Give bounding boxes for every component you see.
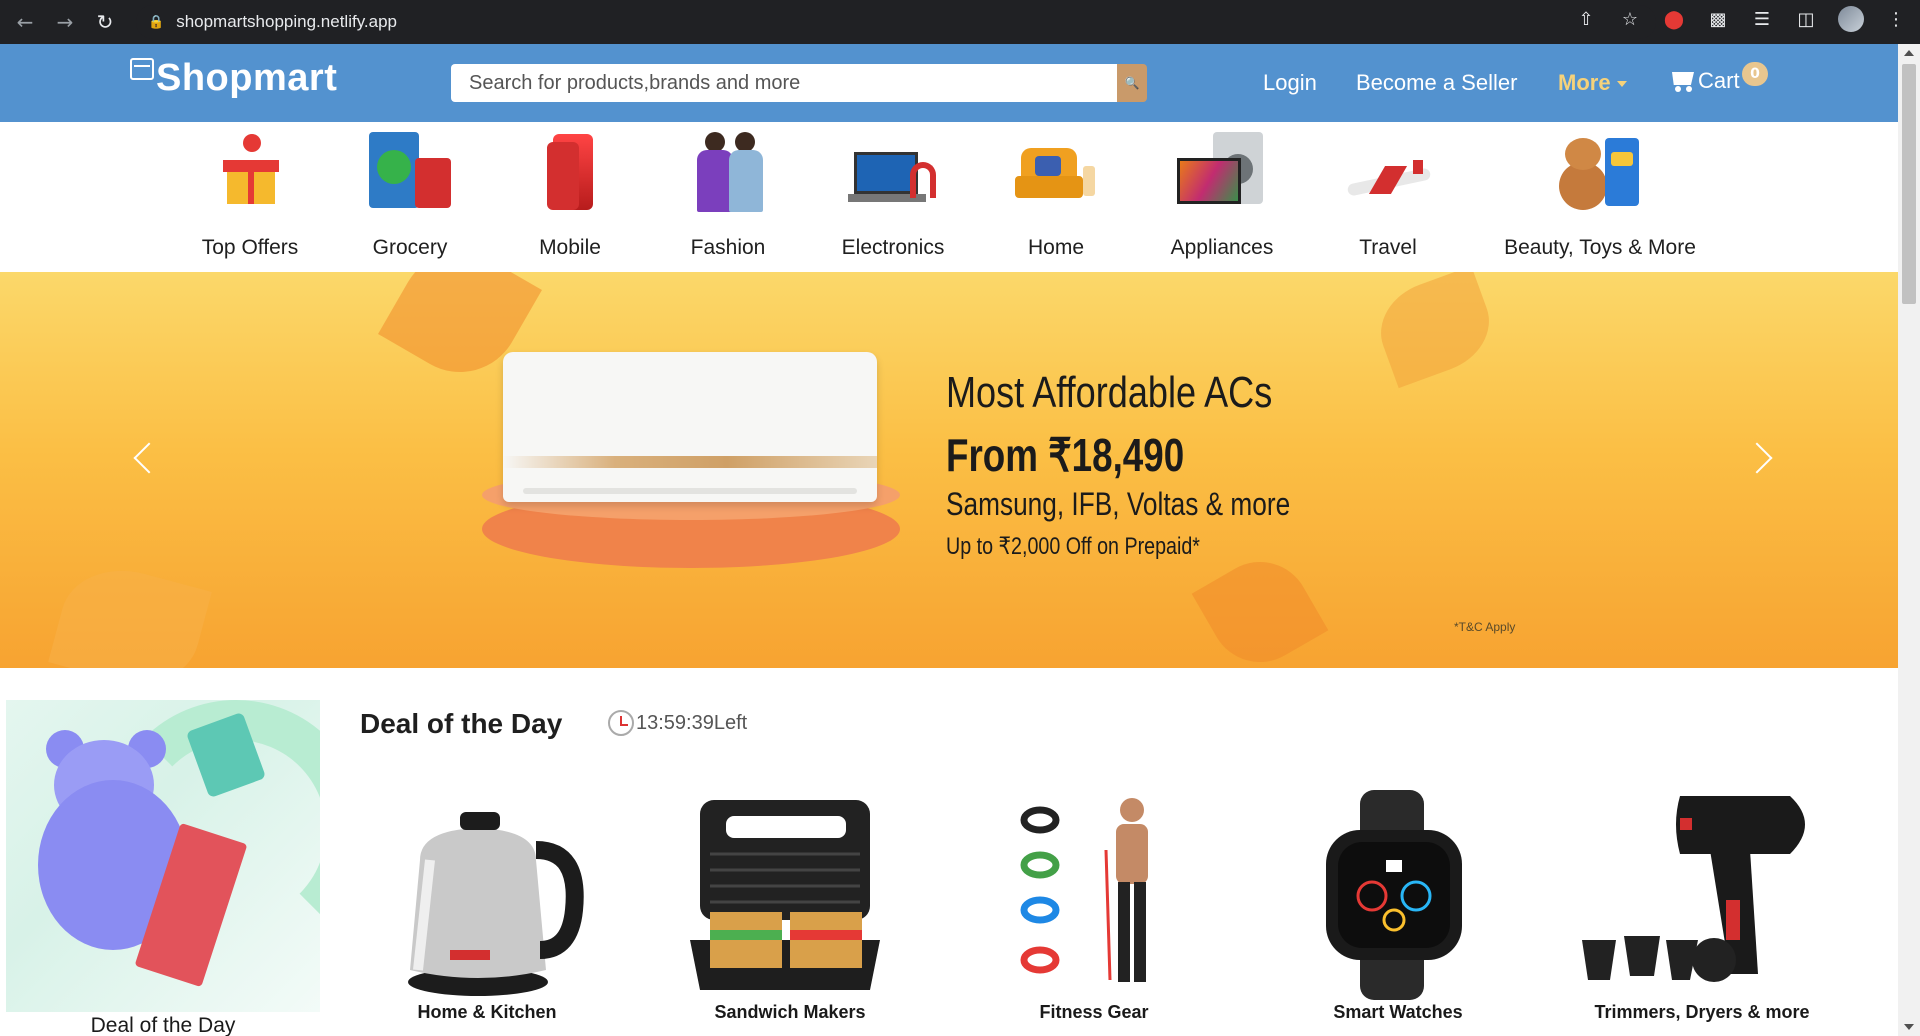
login-link[interactable]: Login: [1263, 70, 1317, 96]
product-sandwich-maker[interactable]: [690, 790, 930, 1030]
category-label: Beauty, Toys & More: [1504, 236, 1696, 259]
category-beauty-toys[interactable]: Beauty, Toys & More: [1490, 122, 1710, 272]
bookmark-star-icon[interactable]: ☆: [1618, 7, 1642, 31]
chevron-down-icon: [1616, 81, 1627, 88]
product-label: Fitness Gear: [1039, 1002, 1149, 1022]
category-label: Electronics: [841, 236, 945, 259]
hero-banner[interactable]: Most Affordable ACs From ₹18,490 Samsung…: [0, 272, 1898, 668]
category-top-offers[interactable]: Top Offers: [190, 122, 310, 272]
side-panel-icon[interactable]: ◫: [1794, 7, 1818, 31]
mobile-phone-icon: [525, 132, 615, 212]
scroll-thumb[interactable]: [1902, 64, 1916, 304]
become-seller-link[interactable]: Become a Seller: [1356, 70, 1517, 96]
decor-leaf: [1367, 272, 1503, 389]
share-icon[interactable]: ⇧: [1574, 7, 1598, 31]
product-label: Trimmers, Dryers & more: [1594, 1002, 1810, 1022]
more-label: More: [1558, 70, 1611, 95]
category-label: Travel: [1359, 236, 1417, 259]
search-bar: 🔍: [451, 64, 1147, 102]
kettle-image: [408, 812, 584, 996]
timer-text: 13:59:39Left: [636, 711, 748, 734]
deal-section-title: Deal of the Day: [360, 708, 563, 739]
product-smart-watch[interactable]: [1310, 790, 1550, 1030]
hair-dryer-image: [1582, 796, 1805, 982]
browser-actions: ⇧ ☆ ⬤ ▩ ☰ ◫ ⋮: [1574, 6, 1908, 32]
stopwatch-icon: [608, 710, 634, 736]
media-queue-icon[interactable]: ☰: [1750, 7, 1774, 31]
category-grocery[interactable]: Grocery: [350, 122, 470, 272]
logo-text: Shopmart: [156, 57, 338, 99]
deal-card-label: Deal of the Day: [90, 1014, 236, 1036]
back-icon[interactable]: ←: [10, 7, 40, 37]
air-conditioner-image: [503, 352, 877, 502]
gift-icon: [205, 132, 295, 212]
category-mobile[interactable]: Mobile: [510, 122, 630, 272]
search-input[interactable]: [451, 64, 1117, 102]
product-hair-dryer[interactable]: [1580, 790, 1820, 1030]
page-scrollbar[interactable]: [1898, 44, 1920, 1036]
deal-timer: 13:59:39Left: [608, 710, 747, 736]
site-header: Shopmart 🔍 Login Become a Seller More Ca…: [0, 44, 1898, 122]
forward-icon[interactable]: →: [50, 7, 80, 37]
category-home[interactable]: Home: [996, 122, 1116, 272]
decor-leaf: [48, 555, 212, 668]
airplane-icon: [1343, 132, 1433, 212]
teddy-bear-icon: [1555, 132, 1645, 212]
product-fitness-gear[interactable]: [1010, 790, 1250, 1030]
armchair-icon: [1011, 132, 1101, 212]
menu-kebab-icon[interactable]: ⋮: [1884, 7, 1908, 31]
page: ← → ↻ 🔒 shopmartshopping.netlify.app ⇧ ☆…: [0, 0, 1920, 1036]
category-fashion[interactable]: Fashion: [668, 122, 788, 272]
category-label: Appliances: [1170, 236, 1274, 259]
fitness-bands-image: [1020, 798, 1148, 982]
carousel-next-icon[interactable]: [1741, 442, 1773, 474]
cart-label: Cart: [1698, 68, 1740, 93]
profile-avatar[interactable]: [1838, 6, 1864, 32]
laptop-headphones-icon: [848, 132, 938, 212]
more-dropdown[interactable]: More: [1558, 70, 1627, 96]
scroll-up-arrow-icon[interactable]: [1904, 50, 1914, 56]
banner-price: From ₹18,490: [946, 429, 1185, 481]
category-label: Fashion: [690, 236, 766, 259]
banner-terms: *T&C Apply: [1454, 620, 1516, 634]
banner-offer: Up to ₹2,000 Off on Prepaid*: [946, 533, 1200, 560]
product-label: Home & Kitchen: [417, 1002, 557, 1022]
category-travel[interactable]: Travel: [1328, 122, 1448, 272]
cart-icon: [1668, 70, 1694, 92]
category-label: Top Offers: [201, 236, 299, 259]
smart-watch-image: [1326, 790, 1462, 1000]
store-icon: [130, 58, 154, 80]
deal-of-the-day-card[interactable]: [6, 700, 320, 1012]
cart-button[interactable]: Cart 0: [1668, 62, 1768, 94]
fashion-models-icon: [683, 132, 773, 212]
cart-count-badge: 0: [1742, 62, 1768, 86]
category-nav: Top Offers Grocery Mobile Fashion Electr…: [0, 122, 1898, 272]
lock-icon: 🔒: [148, 14, 165, 30]
product-label: Sandwich Makers: [714, 1002, 866, 1022]
logo[interactable]: Shopmart: [130, 54, 337, 102]
carousel-prev-icon[interactable]: [133, 442, 165, 474]
grocery-icon: [365, 132, 455, 212]
product-label: Smart Watches: [1333, 1002, 1463, 1022]
product-kettle[interactable]: [390, 790, 630, 1030]
extensions-puzzle-icon[interactable]: ▩: [1706, 7, 1730, 31]
sandwich-maker-image: [690, 800, 880, 990]
url-text: shopmartshopping.netlify.app: [176, 12, 398, 31]
category-label: Home: [1027, 236, 1085, 259]
extension-adblock-icon[interactable]: ⬤: [1662, 7, 1686, 31]
scroll-down-arrow-icon[interactable]: [1904, 1024, 1914, 1030]
search-button[interactable]: 🔍: [1117, 64, 1147, 102]
category-appliances[interactable]: Appliances: [1162, 122, 1282, 272]
decor-leaf: [1191, 543, 1329, 668]
banner-brands: Samsung, IFB, Voltas & more: [946, 486, 1291, 522]
category-label: Mobile: [539, 236, 601, 259]
reload-icon[interactable]: ↻: [90, 7, 120, 37]
category-electronics[interactable]: Electronics: [833, 122, 953, 272]
banner-headline: Most Affordable ACs: [946, 368, 1273, 417]
category-label: Grocery: [372, 236, 448, 259]
address-bar[interactable]: 🔒 shopmartshopping.netlify.app: [136, 5, 1656, 39]
tv-washer-icon: [1177, 132, 1267, 212]
search-icon: 🔍: [1124, 76, 1140, 90]
browser-toolbar: ← → ↻ 🔒 shopmartshopping.netlify.app ⇧ ☆…: [0, 0, 1920, 44]
